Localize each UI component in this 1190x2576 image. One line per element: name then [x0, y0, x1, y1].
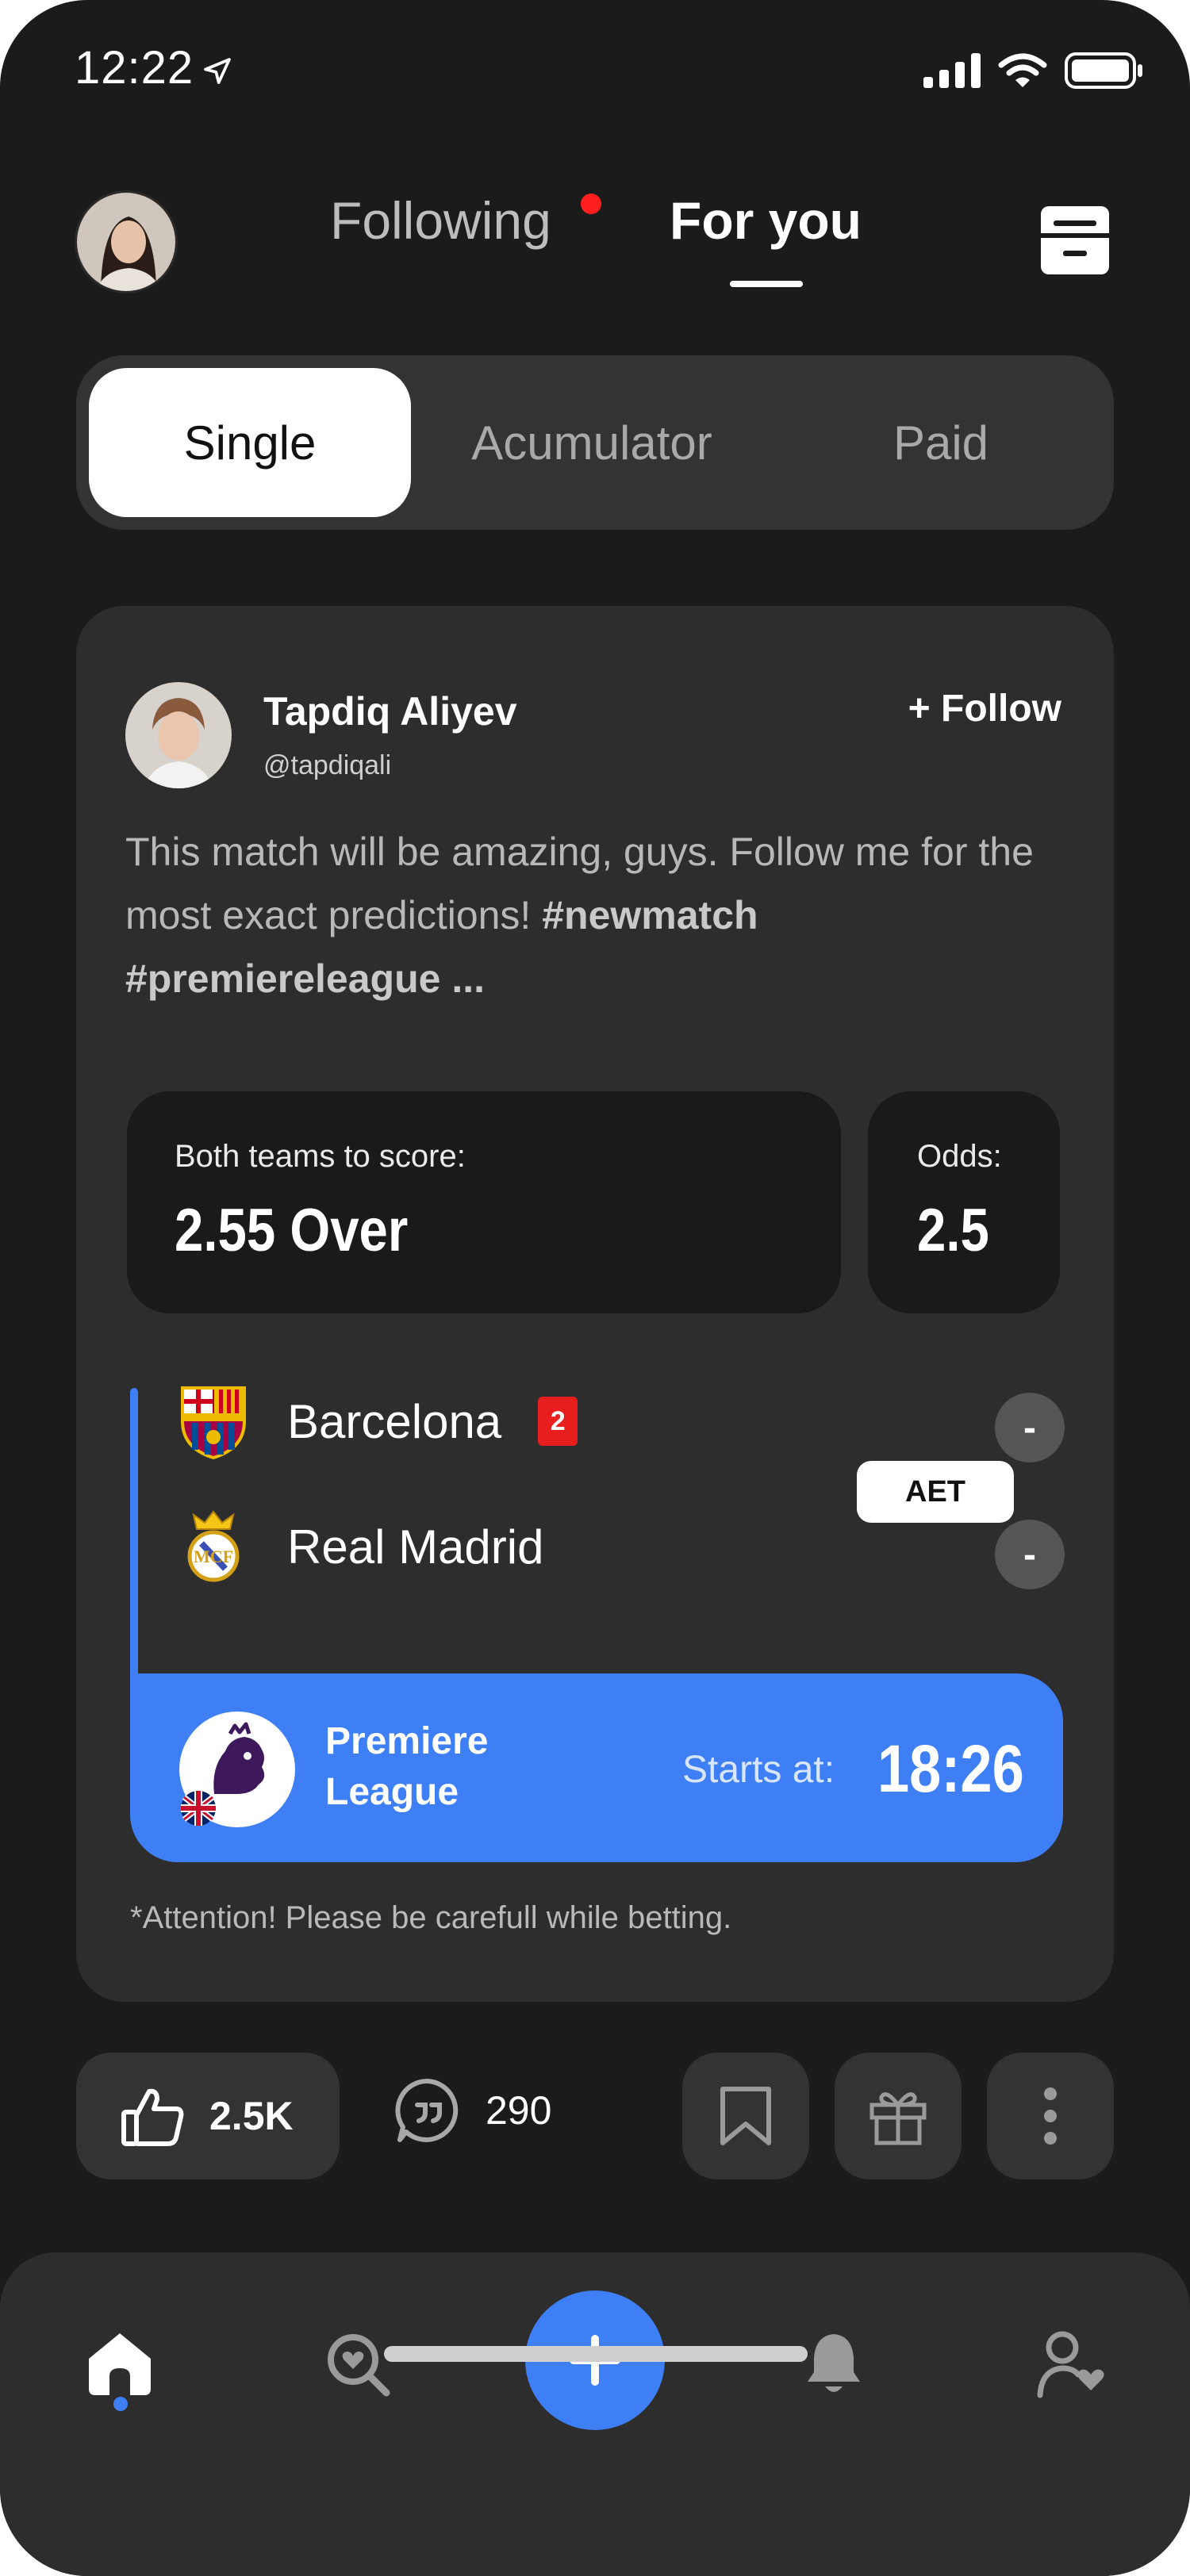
like-count: 2.5K — [209, 2094, 294, 2138]
bet-label: Both teams to score: — [175, 1139, 466, 1174]
my-avatar[interactable] — [75, 190, 178, 293]
gift-icon — [869, 2092, 927, 2145]
betting-disclaimer: *Attention! Please be carefull while bet… — [130, 1900, 732, 1935]
battery-icon — [1065, 52, 1142, 89]
prediction-card: Tapdiq Aliyev @tapdiqali + Follow This m… — [76, 606, 1114, 2002]
status-time: 12:22 — [75, 42, 194, 94]
away-score: - — [995, 1520, 1065, 1589]
match-status-badge: AET — [857, 1461, 1014, 1523]
home-score: - — [995, 1393, 1065, 1462]
home-icon — [89, 2333, 151, 2395]
odds-box: Odds: 2.5 — [868, 1091, 1060, 1313]
author-name[interactable]: Tapdiq Aliyev — [263, 688, 517, 734]
wifi-icon — [998, 53, 1047, 87]
thumbs-up-icon — [121, 2088, 184, 2146]
phone-screen: 12:22 Following For you Single Acumulato… — [0, 0, 1190, 2576]
bookmark-button[interactable] — [682, 2053, 809, 2179]
odds-value: 2.5 — [917, 1197, 989, 1264]
like-button[interactable]: 2.5K — [76, 2053, 340, 2179]
home-indicator — [384, 2346, 808, 2362]
comment-count: 290 — [486, 2088, 552, 2133]
red-card-badge: 2 — [538, 1397, 578, 1446]
segment-paid[interactable]: Paid — [790, 368, 1092, 517]
league-bar[interactable]: Premiere League Starts at: 18:26 — [130, 1673, 1063, 1862]
post-text: This match will be amazing, guys. Follow… — [125, 820, 1077, 1010]
home-team-name: Barcelona — [287, 1394, 502, 1448]
nav-home[interactable] — [76, 2321, 163, 2408]
nav-notifications[interactable] — [790, 2321, 877, 2408]
premier-league-logo — [179, 1712, 295, 1827]
bet-box: Both teams to score: 2.55 Over — [127, 1091, 841, 1313]
segment-single[interactable]: Single — [89, 368, 411, 517]
nav-search[interactable] — [314, 2321, 401, 2408]
more-vertical-icon — [1044, 2087, 1057, 2145]
segment-acumulator[interactable]: Acumulator — [425, 368, 758, 517]
bet-value: 2.55 Over — [175, 1197, 409, 1264]
away-team-name: Real Madrid — [287, 1520, 544, 1574]
odds-label: Odds: — [917, 1139, 1002, 1174]
starts-at-label: Starts at: — [682, 1749, 835, 1791]
tab-for-you[interactable]: For you — [670, 190, 862, 251]
more-options-button[interactable] — [987, 2053, 1114, 2179]
comment-button[interactable]: 290 — [395, 2078, 551, 2143]
bell-icon — [808, 2334, 860, 2392]
svg-text:MCF: MCF — [194, 1547, 233, 1566]
start-time: 18:26 — [877, 1731, 1024, 1806]
tab-following[interactable]: Following — [330, 190, 551, 251]
gift-button[interactable] — [835, 2053, 962, 2179]
signal-icon — [923, 53, 981, 88]
author-handle: @tapdiqali — [263, 750, 392, 780]
profile-heart-icon — [1037, 2331, 1104, 2398]
match-accent-line — [130, 1388, 138, 1689]
hashtag-premiereleague[interactable]: #premiereleague ... — [125, 956, 485, 1001]
hashtag-newmatch[interactable]: #newmatch — [542, 893, 758, 937]
notification-dot — [581, 194, 601, 214]
bet-type-selector: Single Acumulator Paid — [76, 355, 1114, 530]
league-name: Premiere League — [325, 1720, 489, 1813]
location-arrow-icon — [204, 58, 231, 84]
author-avatar[interactable] — [125, 682, 232, 788]
nav-active-indicator — [113, 2397, 128, 2411]
uk-flag-icon — [181, 1791, 216, 1826]
follow-button[interactable]: + Follow — [908, 687, 1061, 730]
search-icon — [328, 2334, 390, 2397]
bottom-navigation — [0, 2252, 1190, 2576]
bookmark-icon — [720, 2087, 771, 2145]
document-icon[interactable] — [1039, 205, 1111, 276]
comment-icon — [395, 2078, 459, 2142]
active-tab-indicator — [730, 281, 803, 287]
home-team-row[interactable]: Barcelona 2 — [179, 1383, 578, 1459]
real-madrid-crest-icon: MCF — [187, 1510, 240, 1582]
barcelona-crest-icon — [181, 1386, 246, 1459]
status-icons — [923, 52, 1144, 89]
away-team-row[interactable]: MCF Real Madrid — [179, 1508, 543, 1585]
nav-profile[interactable] — [1028, 2321, 1115, 2408]
